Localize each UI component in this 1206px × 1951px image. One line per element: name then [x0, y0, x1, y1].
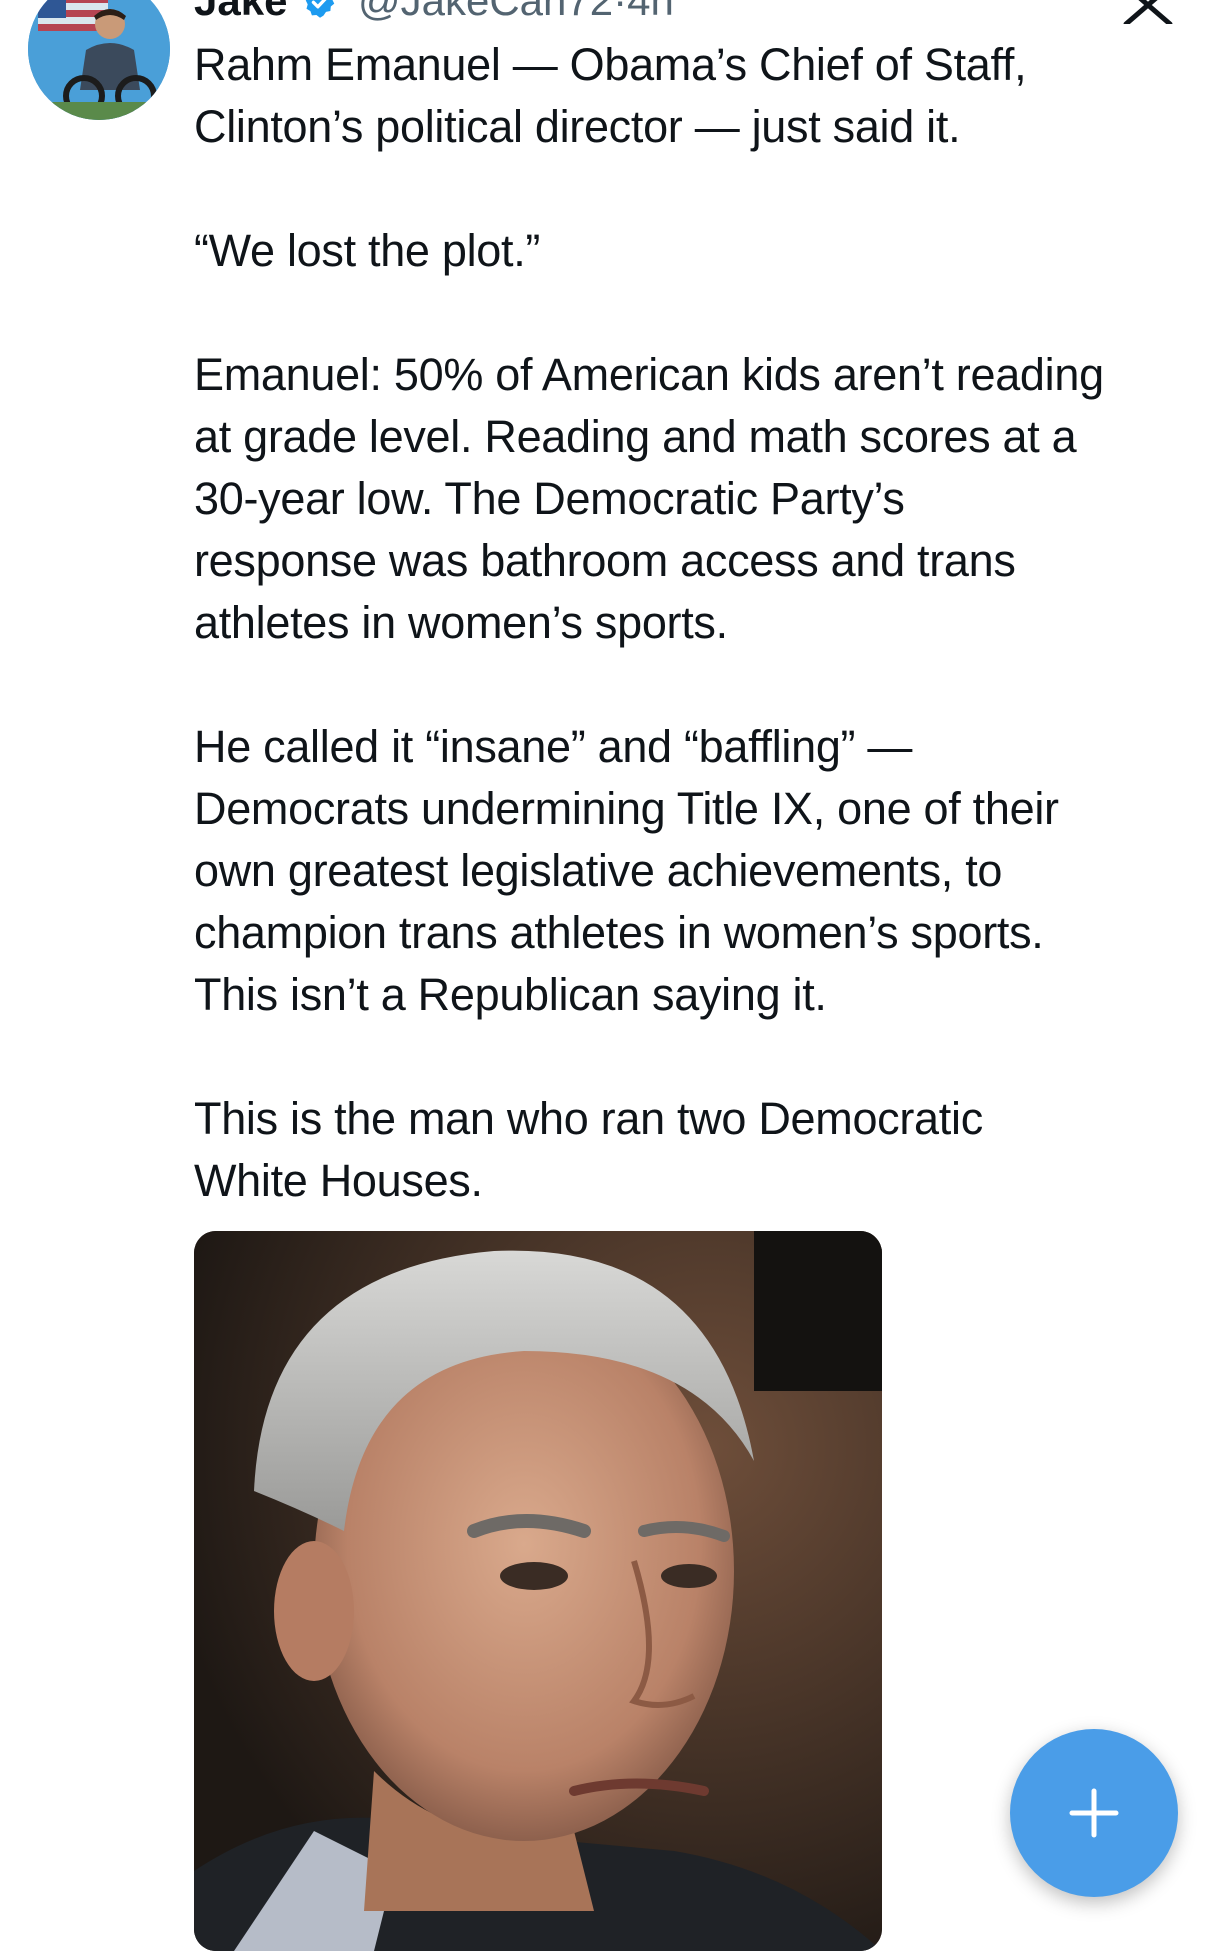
author-handle[interactable]: @JakeCan72	[358, 0, 613, 24]
tweet-paragraph: Emanuel: 50% of American kids aren’t rea…	[194, 344, 1184, 654]
author-display-name[interactable]: Jake	[194, 0, 287, 26]
tweet-line: response was bathroom access and trans	[194, 535, 1016, 586]
tweet-line: Rahm Emanuel — Obama’s Chief of Staff,	[194, 39, 1027, 90]
tweet-line: He called it “insane” and “baffling” —	[194, 721, 913, 772]
tweet-line: Clinton’s political director — just said…	[194, 101, 961, 152]
tweet-line: athletes in women’s sports.	[194, 597, 728, 648]
tweet-header: Jake @JakeCan72·4h	[0, 0, 1206, 120]
tweet-line: Democrats undermining Title IX, one of t…	[194, 783, 1059, 834]
verified-badge-icon	[305, 0, 335, 18]
tweet-line: This is the man who ran two Democratic	[194, 1093, 983, 1144]
avatar-image	[28, 0, 170, 120]
tweet-paragraph: This is the man who ran two Democratic W…	[194, 1088, 1184, 1212]
tweet-line: Emanuel: 50% of American kids aren’t rea…	[194, 349, 1104, 400]
tweet-paragraph: “We lost the plot.”	[194, 220, 1184, 282]
tweet-paragraph: Rahm Emanuel — Obama’s Chief of Staff, C…	[194, 34, 1184, 158]
tweet-text: Rahm Emanuel — Obama’s Chief of Staff, C…	[194, 34, 1184, 1212]
tweet-line: 30-year low. The Democratic Party’s	[194, 473, 905, 524]
tweet-line: “We lost the plot.”	[194, 225, 541, 276]
meta-separator: ·	[613, 0, 628, 24]
author-handle-meta[interactable]: @JakeCan72·4h	[358, 0, 674, 26]
tweet-line: White Houses.	[194, 1155, 483, 1206]
media-photo	[194, 1231, 882, 1951]
tweet-line: own greatest legislative achievements, t…	[194, 845, 1003, 896]
compose-button[interactable]	[1010, 1729, 1178, 1897]
tweet-media-image[interactable]	[194, 1231, 882, 1951]
post-time[interactable]: 4h	[627, 0, 674, 24]
tweet-line: at grade level. Reading and math scores …	[194, 411, 1077, 462]
tweet-paragraph: He called it “insane” and “baffling” — D…	[194, 716, 1184, 1026]
tweet-line: This isn’t a Republican saying it.	[194, 969, 827, 1020]
x-logo-icon[interactable]	[1120, 0, 1176, 24]
plus-icon	[1069, 1788, 1119, 1838]
tweet-line: champion trans athletes in women’s sport…	[194, 907, 1044, 958]
author-avatar[interactable]	[28, 0, 170, 120]
